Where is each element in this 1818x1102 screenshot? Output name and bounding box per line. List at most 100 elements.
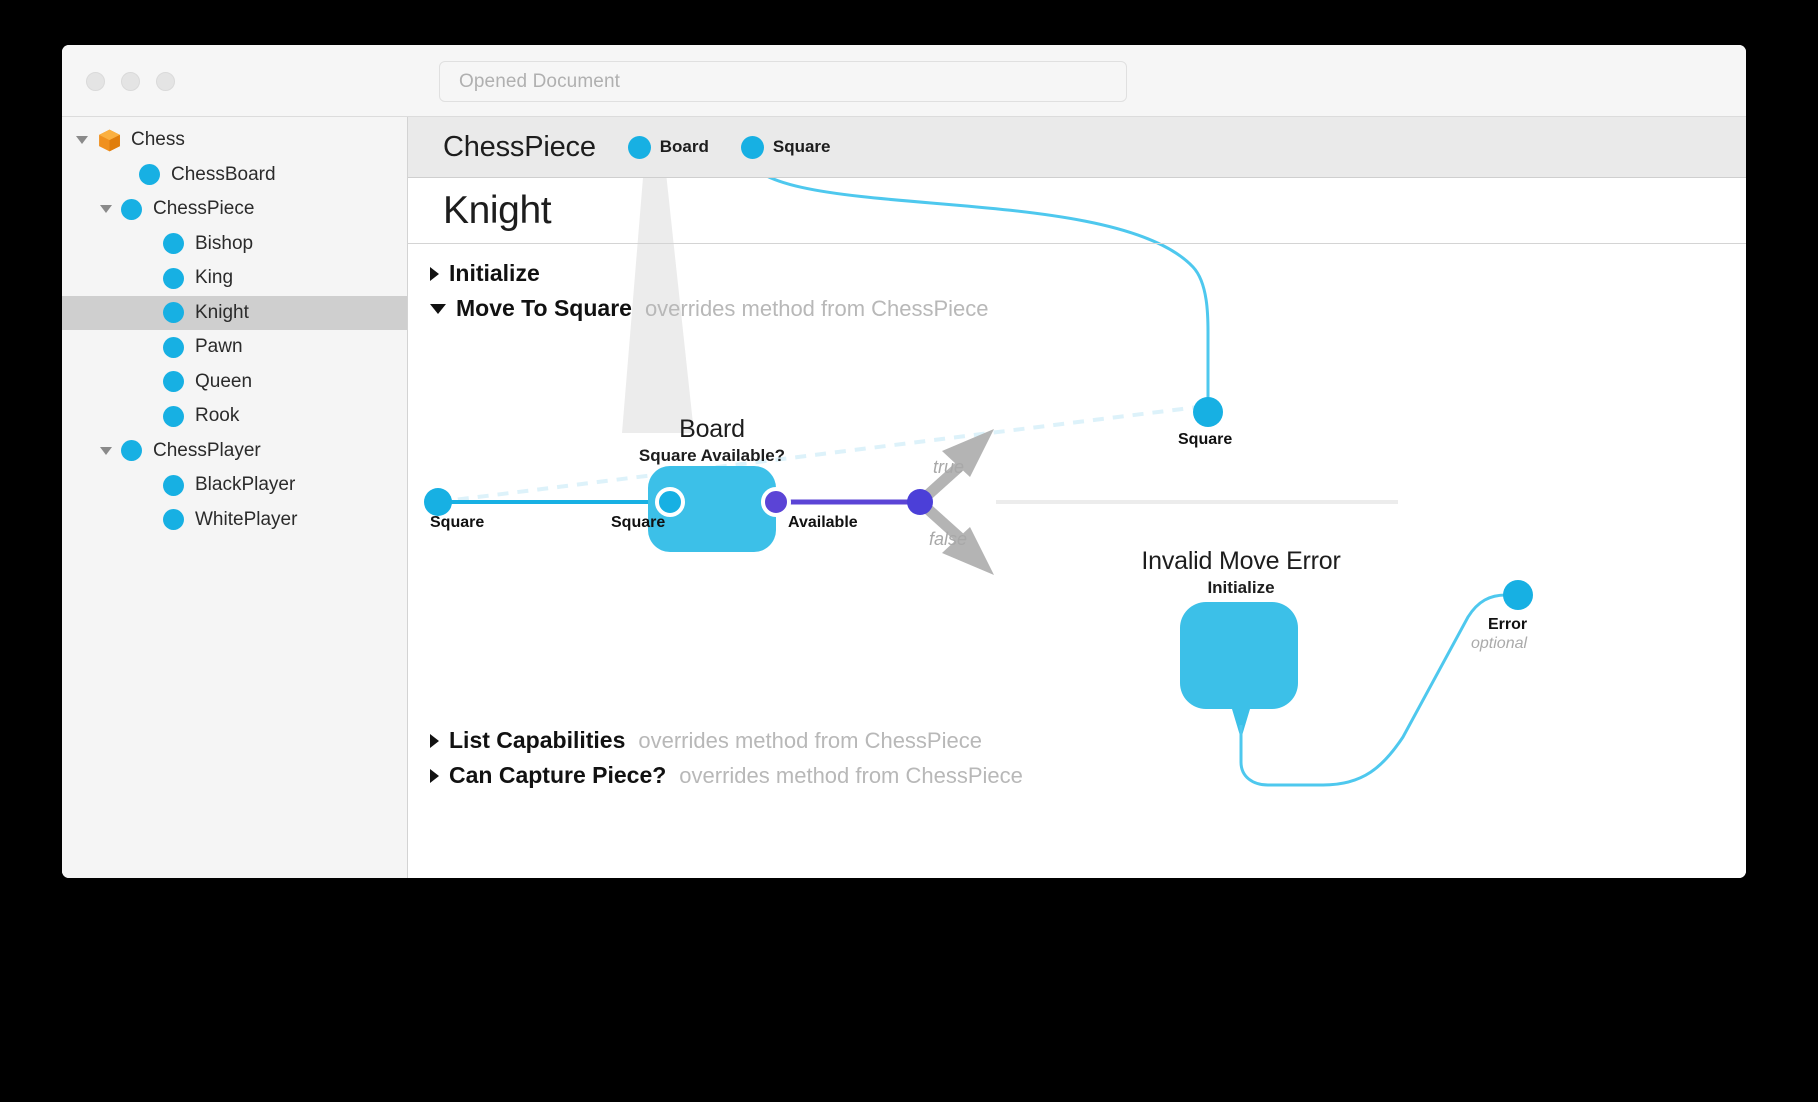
class-dot-icon	[139, 164, 160, 186]
board-node-subtitle: Square Available?	[638, 446, 786, 465]
board-node-label: Board Square Available?	[639, 415, 785, 466]
header-port-label: Board	[659, 137, 709, 156]
close-button-icon[interactable]	[86, 72, 105, 91]
class-dot-icon	[163, 371, 184, 393]
sidebar-item-label: ChessPiece	[153, 198, 255, 220]
search-input[interactable]: Opened Document	[439, 61, 1127, 102]
class-dot-icon	[163, 267, 184, 289]
sidebar-item-label: Rook	[195, 405, 240, 427]
error-output-port-label: Error	[1488, 616, 1528, 633]
traffic-lights	[86, 72, 175, 91]
sidebar-item-chesspiece[interactable]: ChessPiece	[62, 192, 407, 227]
sidebar-item-label: Knight	[195, 301, 249, 323]
method-row-list-capabilities[interactable]: List Capabilities overrides method from …	[430, 727, 982, 754]
port-dot-icon[interactable]	[740, 135, 764, 159]
board-node-output-port[interactable]	[761, 487, 791, 517]
chevron-right-icon[interactable]	[430, 266, 439, 281]
error-output-port-sub: optional	[1471, 635, 1528, 652]
square-input-port-label: Square	[430, 514, 485, 531]
minimize-button-icon[interactable]	[121, 72, 140, 91]
port-dot-icon[interactable]	[627, 135, 651, 159]
sidebar-item-chessplayer[interactable]: ChessPlayer	[62, 434, 407, 469]
header-port-board[interactable]: Board	[627, 135, 709, 159]
board-output-port-label: Available	[788, 514, 858, 531]
class-dot-icon	[163, 405, 184, 427]
sidebar-item-label: ChessBoard	[171, 163, 276, 185]
sidebar-item-label: Pawn	[195, 336, 243, 358]
sidebar-item-label: Chess	[131, 129, 185, 151]
class-dot-icon	[121, 440, 142, 462]
square-node-label: Square	[1178, 431, 1233, 448]
class-dot-icon	[163, 474, 184, 496]
sidebar-item-blackplayer[interactable]: BlackPlayer	[62, 468, 407, 503]
true-branch-label: true	[933, 457, 965, 477]
chevron-placeholder-icon	[139, 347, 154, 348]
method-name: Initialize	[449, 260, 540, 286]
header-port-square[interactable]: Square	[740, 135, 831, 159]
cube-icon	[97, 128, 122, 153]
chevron-down-icon[interactable]	[76, 136, 88, 145]
sidebar-item-king[interactable]: King	[62, 261, 407, 296]
sidebar-item-chessboard[interactable]: ChessBoard	[62, 158, 407, 193]
board-node-title: Board	[679, 415, 745, 443]
class-dot-icon	[163, 336, 184, 358]
invalid-move-error-node[interactable]	[1180, 602, 1298, 739]
superclass-header: ChessPiece Board Square	[408, 117, 1746, 178]
chevron-down-icon[interactable]	[100, 446, 112, 455]
chevron-placeholder-icon	[139, 381, 154, 382]
chevron-placeholder-icon	[139, 278, 154, 279]
sidebar-item-label: ChessPlayer	[153, 439, 261, 461]
class-title-strip: Knight	[408, 178, 1746, 244]
window-titlebar: Opened Document	[62, 45, 1746, 117]
chevron-down-icon[interactable]	[100, 205, 112, 214]
chevron-down-icon[interactable]	[430, 303, 446, 314]
sidebar-item-label: Queen	[195, 370, 253, 392]
error-output-port-dot[interactable]	[1503, 580, 1533, 610]
chevron-placeholder-icon	[115, 174, 130, 175]
method-name: List Capabilities	[449, 727, 626, 753]
class-dot-icon	[163, 233, 184, 255]
sidebar-item-label: King	[195, 267, 234, 289]
square-node-dot[interactable]	[1193, 397, 1223, 427]
superclass-name: ChessPiece	[443, 130, 596, 163]
invalid-move-error-label: Invalid Move Error Initialize	[1141, 547, 1340, 598]
branch-junction-dot[interactable]	[907, 489, 933, 515]
chevron-placeholder-icon	[139, 519, 154, 520]
board-input-port-label: Square	[611, 514, 666, 531]
method-override-note: overrides method from ChessPiece	[644, 296, 989, 321]
sidebar-item-label: BlackPlayer	[195, 474, 296, 496]
chevron-placeholder-icon	[139, 312, 154, 313]
false-branch-label: false	[929, 529, 968, 549]
zoom-button-icon[interactable]	[156, 72, 175, 91]
chevron-right-icon[interactable]	[430, 768, 439, 783]
chevron-right-icon[interactable]	[430, 733, 439, 748]
square-input-port-dot[interactable]	[424, 488, 452, 516]
method-override-note: overrides method from ChessPiece	[679, 763, 1023, 788]
chevron-placeholder-icon	[139, 243, 154, 244]
sidebar-item-pawn[interactable]: Pawn	[62, 330, 407, 365]
board-node-input-port[interactable]	[655, 487, 685, 517]
chevron-placeholder-icon	[139, 485, 154, 486]
chevron-placeholder-icon	[139, 416, 154, 417]
square-reference-dashed-line	[437, 405, 1199, 504]
sidebar-item-knight[interactable]: Knight	[62, 295, 407, 330]
header-port-label: Square	[772, 137, 831, 156]
error-node-title: Invalid Move Error	[1141, 547, 1341, 575]
error-node-subtitle: Initialize	[1207, 578, 1275, 597]
sidebar-tree[interactable]: Chess ChessBoard ChessPiece Bishop King …	[62, 117, 408, 878]
editor-pane: ChessPiece Board Square Knight Initializ…	[408, 117, 1746, 878]
method-row-can-capture-piece[interactable]: Can Capture Piece? overrides method from…	[430, 762, 1023, 789]
class-dot-icon	[121, 198, 142, 220]
method-name: Can Capture Piece?	[449, 762, 667, 788]
sidebar-item-label: Bishop	[195, 232, 254, 254]
app-window: Opened Document Chess ChessBoard ChessPi…	[62, 45, 1746, 878]
method-row-move-to-square[interactable]: Move To Square overrides method from Che…	[430, 295, 989, 322]
sidebar-item-bishop[interactable]: Bishop	[62, 227, 407, 262]
sidebar-item-chess[interactable]: Chess	[62, 123, 407, 158]
class-dot-icon	[163, 509, 184, 531]
method-row-initialize[interactable]: Initialize	[430, 260, 540, 287]
sidebar-item-queen[interactable]: Queen	[62, 365, 407, 400]
sidebar-item-rook[interactable]: Rook	[62, 399, 407, 434]
sidebar-item-whiteplayer[interactable]: WhitePlayer	[62, 503, 407, 538]
sidebar-item-label: WhitePlayer	[195, 508, 298, 530]
